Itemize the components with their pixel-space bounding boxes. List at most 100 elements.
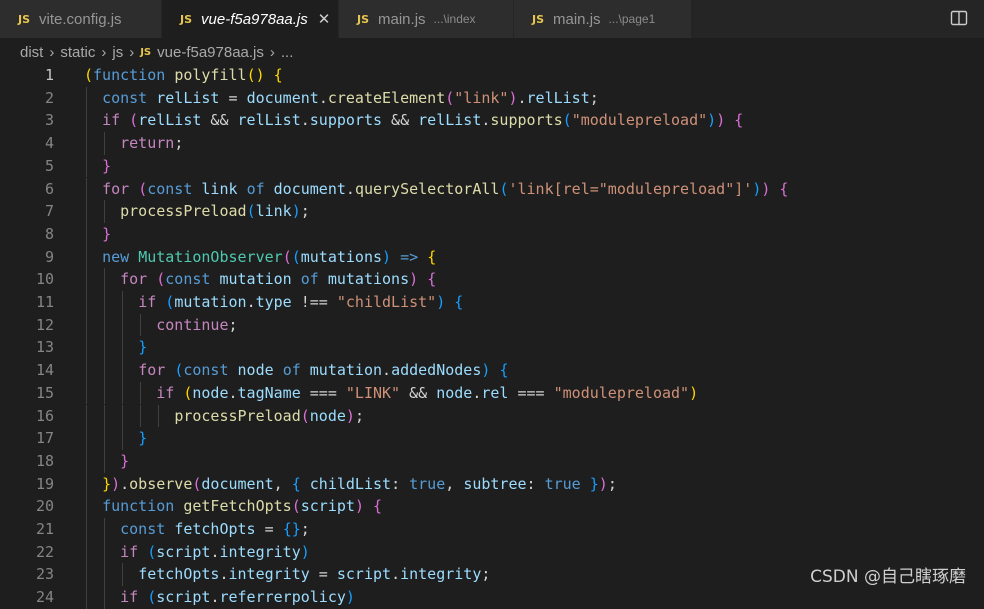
breadcrumb-item[interactable]: js xyxy=(112,44,123,61)
code-line: 10 for (const mutation of mutations) { xyxy=(0,268,984,291)
line-number: 13 xyxy=(35,338,54,357)
tab-2[interactable]: JS main.js ...\index xyxy=(339,0,514,38)
breadcrumb-item[interactable]: dist xyxy=(20,44,43,61)
line-number: 19 xyxy=(35,474,54,493)
code-token: = xyxy=(255,520,283,538)
code-token: function xyxy=(93,66,166,84)
code-token: referrerpolicy xyxy=(219,588,346,607)
line-number: 8 xyxy=(44,224,54,243)
code-text: } xyxy=(84,336,147,359)
code-line: 20 function getFetchOpts(script) { xyxy=(0,495,984,518)
code-token: ) xyxy=(345,588,355,607)
code-token: === xyxy=(508,383,554,402)
code-text: if (script.integrity) xyxy=(84,541,310,564)
code-token: { xyxy=(499,361,509,380)
line-number: 15 xyxy=(35,383,54,402)
code-line: 14 for (const node of mutation.addedNode… xyxy=(0,359,984,382)
code-text: if (relList && relList.supports && relLi… xyxy=(84,109,743,132)
code-token: } xyxy=(138,338,148,357)
breadcrumb-item[interactable]: ... xyxy=(281,44,294,61)
code-token: document xyxy=(273,179,346,198)
code-text: if (mutation.type !== "childList") { xyxy=(84,291,463,314)
code-token: relList xyxy=(237,111,301,130)
code-token: = xyxy=(309,565,337,584)
code-token: , xyxy=(445,474,464,493)
breadcrumb-item[interactable]: static xyxy=(60,44,95,61)
code-text: fetchOpts.integrity = script.integrity; xyxy=(84,563,490,586)
code-token: } xyxy=(102,224,112,243)
code-text: processPreload(link); xyxy=(84,200,310,223)
code-line: 9 new MutationObserver((mutations) => { xyxy=(0,245,984,269)
code-token: for xyxy=(120,270,148,289)
code-token: addedNodes xyxy=(391,361,482,380)
line-number: 4 xyxy=(44,134,54,153)
line-number: 9 xyxy=(44,247,54,266)
code-token: node xyxy=(237,361,274,380)
code-token: for xyxy=(138,361,166,380)
js-file-icon: JS xyxy=(180,12,193,26)
code-token: link xyxy=(255,202,292,221)
code-token: childList xyxy=(309,474,392,493)
code-text: } xyxy=(84,450,129,473)
code-line: 16 processPreload(node); xyxy=(0,404,984,428)
code-token: mutations xyxy=(300,247,383,266)
code-token: = xyxy=(219,88,247,107)
tab-label: vite.config.js xyxy=(39,10,122,28)
code-token: of xyxy=(246,179,265,198)
line-number: 3 xyxy=(44,111,54,130)
code-token: script xyxy=(336,565,392,584)
code-token: , xyxy=(273,474,292,493)
close-icon[interactable]: ✕ xyxy=(318,10,331,28)
code-token: if xyxy=(138,293,157,311)
code-token: } xyxy=(138,429,148,448)
code-token: if xyxy=(102,111,121,130)
code-token: && xyxy=(382,111,419,130)
code-text: continue; xyxy=(84,314,237,337)
code-line: 1 (function polyfill() { xyxy=(0,64,984,87)
line-number: 16 xyxy=(35,406,54,425)
code-editor[interactable]: 1 (function polyfill() {2 const relList =… xyxy=(0,64,984,609)
code-token: "link" xyxy=(454,88,509,107)
code-token: . xyxy=(382,361,392,380)
code-token: } xyxy=(120,451,130,470)
code-token: ; xyxy=(589,88,599,107)
code-token: getFetchOpts xyxy=(183,497,292,516)
code-line: 3 if (relList && relList.supports && rel… xyxy=(0,109,984,133)
chevron-right-icon: › xyxy=(101,43,107,61)
breadcrumb-item[interactable]: vue-f5a978aa.js xyxy=(157,44,264,61)
code-token: { xyxy=(427,270,437,289)
split-editor-icon[interactable] xyxy=(950,9,968,27)
tab-3[interactable]: JS main.js ...\page1 xyxy=(514,0,692,38)
code-line: 4 return; xyxy=(0,132,984,155)
code-token: } xyxy=(102,156,112,175)
code-token: polyfill xyxy=(174,66,247,84)
code-line: 11 if (mutation.type !== "childList") { xyxy=(0,291,984,314)
tab-1[interactable]: JS vue-f5a978aa.js ✕ xyxy=(162,0,339,38)
code-token: mutation xyxy=(309,361,383,380)
code-text: for (const mutation of mutations) { xyxy=(84,268,436,291)
code-text: } xyxy=(84,155,111,178)
js-file-icon: JS xyxy=(140,46,152,58)
code-token: mutation xyxy=(174,293,247,311)
code-token: ) xyxy=(409,270,419,289)
tab-0[interactable]: JS vite.config.js xyxy=(0,0,162,38)
code-token: ( xyxy=(291,247,301,266)
code-token: relList xyxy=(156,88,220,107)
code-token: ( xyxy=(282,247,292,266)
code-token: => xyxy=(400,247,419,266)
